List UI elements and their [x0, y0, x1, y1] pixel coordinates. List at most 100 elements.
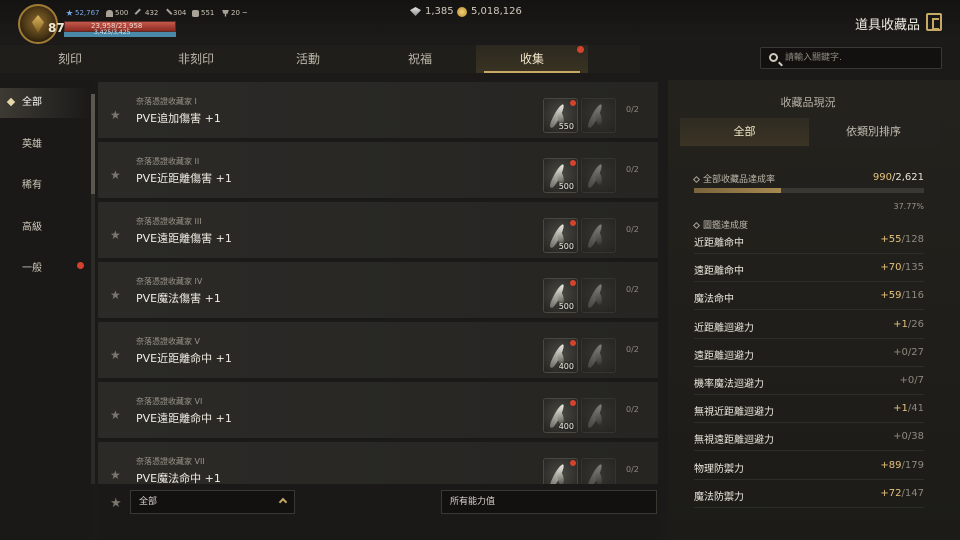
- item-slot-empty[interactable]: [581, 338, 616, 373]
- favorite-star-icon[interactable]: ★: [110, 168, 121, 182]
- feather-item-icon: [586, 463, 604, 484]
- collection-name: PVE追加傷害 +1: [136, 112, 221, 125]
- gold-coin-icon: [457, 6, 467, 17]
- stat-row: 魔法防禦力 +72/147: [694, 480, 924, 508]
- scrollbar-thumb[interactable]: [91, 94, 95, 194]
- stat-label: 魔法防禦力: [694, 491, 744, 503]
- item-slot[interactable]: 400: [543, 338, 578, 373]
- ability-dropdown-value: 所有能力值: [450, 497, 496, 507]
- collection-name: PVE遠距離命中 +1: [136, 412, 232, 425]
- collection-row[interactable]: ★ 奈落憑證收藏家 I PVE追加傷害 +1 550 0/2: [98, 82, 658, 140]
- item-slot-empty[interactable]: [581, 218, 616, 253]
- feather-item-icon: [586, 343, 604, 369]
- collection-row[interactable]: ★ 奈落憑證收藏家 IV PVE魔法傷害 +1 500 0/2: [98, 262, 658, 320]
- tab-blessing[interactable]: 祝福: [364, 45, 476, 73]
- notification-dot: [570, 340, 576, 346]
- collection-row[interactable]: ★ 奈落憑證收藏家 II PVE近距離傷害 +1 500 0/2: [98, 142, 658, 200]
- stat-label: 機率魔法迴避力: [694, 379, 764, 390]
- status-tab-all[interactable]: 全部: [680, 118, 809, 146]
- category-rare[interactable]: 稀有: [0, 171, 92, 201]
- collection-progress: 0/2: [626, 105, 639, 114]
- item-slot[interactable]: 500: [543, 218, 578, 253]
- item-slot-empty[interactable]: [581, 458, 616, 484]
- stat-blade: 304: [162, 8, 186, 18]
- tab-non-engraved[interactable]: 非刻印: [140, 45, 252, 73]
- item-slot[interactable]: 550: [543, 98, 578, 133]
- collection-subtitle: 奈落憑證收藏家 VII: [136, 457, 205, 466]
- exit-icon[interactable]: [926, 13, 942, 31]
- favorite-filter-star-icon[interactable]: ★: [110, 496, 122, 511]
- item-quantity: 500: [558, 302, 574, 311]
- collection-row[interactable]: ★ 奈落憑證收藏家 V PVE近距離命中 +1 400 0/2: [98, 322, 658, 380]
- helmet-icon: [106, 9, 113, 17]
- collection-row[interactable]: ★ 奈落憑證收藏家 VII PVE魔法命中 +1 0/2: [98, 442, 658, 484]
- item-slot-empty[interactable]: [581, 158, 616, 193]
- stat-value: +1/26: [893, 318, 924, 330]
- filter-bar: ★ 全部 所有能力值: [98, 484, 660, 540]
- collection-name: PVE魔法命中 +1: [136, 472, 221, 484]
- overall-count: 990/2,621: [872, 172, 924, 183]
- category-hero[interactable]: 英雄: [0, 130, 92, 160]
- item-quantity: 550: [558, 122, 574, 131]
- favorite-star-icon[interactable]: ★: [110, 408, 121, 422]
- item-slot[interactable]: 500: [543, 158, 578, 193]
- category-all[interactable]: 全部: [0, 88, 92, 118]
- status-tab-by-category[interactable]: 依類別排序: [809, 118, 938, 146]
- collection-subtitle: 奈落憑證收藏家 VI: [136, 397, 203, 406]
- main-tabs: 刻印 非刻印 活動 祝福 收集: [0, 45, 640, 73]
- collection-subtitle: 奈落憑證收藏家 III: [136, 217, 202, 226]
- tab-collect[interactable]: 收集: [476, 45, 588, 73]
- item-slot[interactable]: 400: [543, 398, 578, 433]
- bag-icon: [192, 9, 199, 17]
- category-normal[interactable]: 一般: [0, 254, 92, 284]
- search-input[interactable]: [785, 50, 935, 66]
- list-scrollbar[interactable]: [91, 94, 95, 484]
- category-sidebar: 全部 英雄 稀有 高級 一般: [0, 80, 92, 540]
- collection-subtitle: 奈落憑證收藏家 I: [136, 97, 197, 106]
- item-slot-empty[interactable]: [581, 98, 616, 133]
- notification-dot: [77, 262, 84, 269]
- stat-row: 遠距離命中 +70/135: [694, 254, 924, 283]
- favorite-star-icon[interactable]: ★: [110, 228, 121, 242]
- tab-event[interactable]: 活動: [252, 45, 364, 73]
- ability-dropdown[interactable]: 所有能力值: [441, 490, 657, 514]
- overall-progress-bar: [694, 188, 924, 193]
- chevron-up-icon: [278, 497, 288, 507]
- item-slot[interactable]: [543, 458, 578, 484]
- stat-value: +1/41: [893, 403, 924, 415]
- grade-dropdown[interactable]: 全部: [130, 490, 295, 514]
- item-slot[interactable]: 500: [543, 278, 578, 313]
- notification-dot: [570, 400, 576, 406]
- diamond-bullet-icon: [692, 175, 701, 184]
- overall-percent: 37.77%: [893, 202, 924, 211]
- crystal-icon: [410, 7, 421, 16]
- collection-status-panel: 收藏品現況 全部 依類別排序 全部收藏品達成率 990/2,621 37.77%…: [668, 80, 960, 540]
- collection-progress: 0/2: [626, 225, 639, 234]
- page-title: 道具收藏品: [854, 18, 920, 33]
- stat-label: 近距離命中: [694, 238, 744, 249]
- stat-value: +89/179: [880, 459, 924, 471]
- stat-row: 機率魔法迴避力 +0/7: [694, 367, 924, 395]
- stat-label: 無視近距離迴避力: [694, 407, 774, 419]
- gold-currency: 5,018,126: [457, 6, 522, 17]
- collection-row[interactable]: ★ 奈落憑證收藏家 III PVE遠距離傷害 +1 500 0/2: [98, 202, 658, 260]
- favorite-star-icon[interactable]: ★: [110, 288, 121, 302]
- stat-value: +0/27: [893, 346, 924, 358]
- favorite-star-icon[interactable]: ★: [110, 108, 121, 122]
- notification-dot: [570, 460, 576, 466]
- category-advanced[interactable]: 高級: [0, 213, 92, 243]
- search-icon[interactable]: [769, 53, 778, 62]
- collection-progress: 0/2: [626, 165, 639, 174]
- stat-sword: 432: [134, 8, 158, 18]
- item-slot-empty[interactable]: [581, 398, 616, 433]
- collection-subtitle: 奈落憑證收藏家 II: [136, 157, 200, 166]
- favorite-star-icon[interactable]: ★: [110, 468, 121, 482]
- collection-subtitle: 奈落憑證收藏家 IV: [136, 277, 203, 286]
- tab-engraved[interactable]: 刻印: [0, 45, 140, 73]
- stat-value: +70/135: [880, 262, 924, 274]
- collection-row[interactable]: ★ 奈落憑證收藏家 VI PVE遠距離命中 +1 400 0/2: [98, 382, 658, 440]
- favorite-star-icon[interactable]: ★: [110, 348, 121, 362]
- notification-dot: [570, 220, 576, 226]
- stat-row: 近距離命中 +55/128: [694, 226, 924, 254]
- item-slot-empty[interactable]: [581, 278, 616, 313]
